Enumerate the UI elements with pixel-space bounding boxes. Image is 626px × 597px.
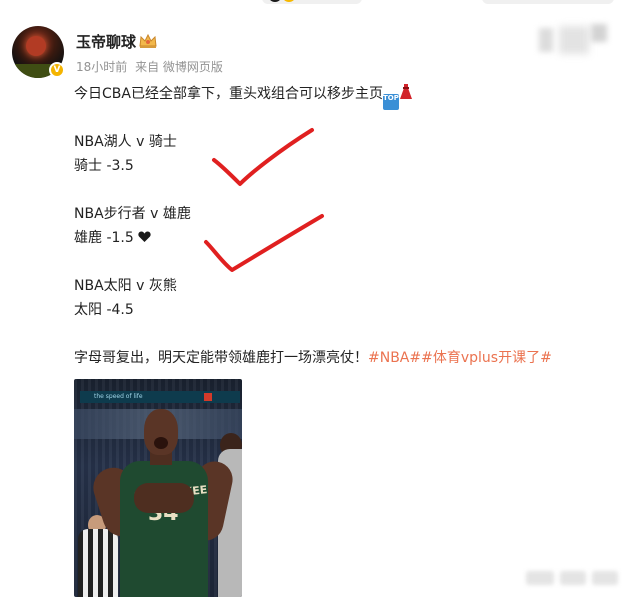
post-intro: 今日CBA已经全部拿下，重头戏组合可以移步主页TOP [74,84,413,110]
post-closing: 字母哥复出，明天定能带领雄鹿打一场漂亮仗！#NBA##体育vplus开课了# [74,348,552,368]
game3-title: NBA太阳 v 灰熊 [74,278,177,294]
avatar-ball-icon [26,36,46,56]
checkmark-2-icon [204,214,324,272]
avatar-dot-icon [268,0,282,2]
top-emoji-icon: TOP [382,94,399,110]
intro-text: 今日CBA已经全部拿下，重头戏组合可以移步主页 [74,86,383,102]
avatar-dot-icon [282,0,296,2]
game1-title: NBA湖人 v 骑士 [74,134,177,150]
post-meta: 18小时前 来自 微博网页版 [76,58,227,75]
post-image[interactable]: the speed of life MILWAUKEE 34 [74,379,242,597]
follow-button-blurred[interactable] [531,24,609,60]
checkmark-1-icon [212,128,314,186]
closing-text: 字母哥复出，明天定能带领雄鹿打一场漂亮仗！ [74,350,368,366]
username[interactable]: 玉帝聊球 [76,31,136,52]
black-heart-icon [138,231,151,242]
action-bar-blurred[interactable] [526,571,620,587]
player-jersey: MILWAUKEE 34 [120,461,208,597]
post-source: 来自 微博网页版 [135,60,223,74]
game2-pick-row: 雄鹿 -1.5 [74,228,151,248]
crown-icon [139,33,157,48]
arena-board-text: the speed of life [94,393,143,400]
top-tab-strip [482,0,614,4]
dress-emoji-icon [399,84,412,99]
top-avatar-strip [262,0,362,4]
post-time[interactable]: 18小时前 [76,60,127,74]
game3-pick: 太阳 -4.5 [74,302,134,318]
game1-pick: 骑士 -3.5 [74,158,134,174]
game2-pick: 雄鹿 -1.5 [74,230,134,246]
hashtag-link[interactable]: #NBA##体育vplus开课了# [368,350,552,366]
verified-badge-icon: V [49,62,65,78]
game2-title: NBA步行者 v 雄鹿 [74,206,191,222]
